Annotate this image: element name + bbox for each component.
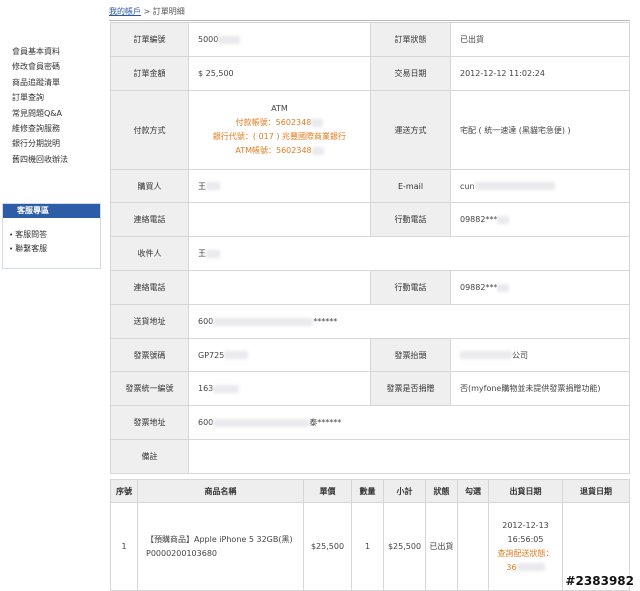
delivery-method-value: 宅配 ( 統一速達 (黑貓宅急便) )	[450, 90, 630, 170]
item-ship-date-cell: 2012-12-13 16:56:05 查詢配送狀態： 36	[488, 502, 563, 591]
phone-label: 連絡電話	[110, 202, 189, 237]
atm-account: ATM帳號：5602348	[190, 144, 370, 158]
item-quantity: 1	[351, 502, 384, 591]
customer-service-title: 客服專區	[3, 204, 100, 218]
receiver-phone-label: 連絡電話	[110, 270, 189, 305]
watermark: #2383982	[565, 574, 634, 588]
item-select	[457, 502, 489, 591]
receiver-value: 王	[188, 236, 630, 271]
invoice-donate-value: 否(myfone購物並未提供發票捐贈功能)	[450, 371, 630, 406]
item-index: 1	[110, 502, 138, 591]
invoice-no-label: 發票號碼	[110, 338, 189, 372]
item-code: P0000200103680	[146, 548, 217, 558]
order-no-value: 5000	[188, 22, 371, 57]
order-amount-value: $ 25,500	[188, 56, 371, 91]
invoice-title-label: 發票抬頭	[370, 338, 451, 372]
member-menu: 會員基本資料 修改會員密碼 商品追蹤清單 訂單查詢 常見問題Q&A 維修查詢服務…	[12, 44, 68, 167]
invoice-donate-label: 發票是否捐贈	[370, 371, 451, 406]
cs-link-qa[interactable]: 客服問答	[9, 228, 100, 242]
cs-link-contact[interactable]: 聯繫客服	[9, 242, 100, 256]
note-label: 備註	[110, 439, 189, 474]
col-header-ship-date: 出貨日期	[488, 479, 563, 503]
menu-item-faq[interactable]: 常見問題Q&A	[12, 106, 68, 121]
invoice-title-value: 公司	[450, 338, 630, 372]
breadcrumb-divider	[109, 20, 630, 21]
col-header-select: 勾選	[457, 479, 489, 503]
email-value: cun	[450, 169, 630, 203]
ship-query-number: 36	[489, 561, 562, 575]
col-header-index: 序號	[110, 479, 138, 503]
item-status: 已出貨	[425, 502, 458, 591]
tax-id-value: 163	[188, 371, 371, 406]
col-header-return-date: 退貨日期	[562, 479, 630, 503]
menu-item-order-query[interactable]: 訂單查詢	[12, 90, 68, 105]
table-row: 1 【預購商品】Apple iPhone 5 32GB(黑) P00002001…	[110, 502, 630, 591]
bank-code: 銀行代號：( 017 ) 兆豐國際商業銀行	[212, 132, 347, 141]
ship-address-value: 600 ******	[188, 304, 630, 339]
tax-id-label: 發票統一編號	[110, 371, 189, 406]
invoice-address-label: 發票地址	[110, 405, 189, 440]
receiver-mobile-label: 行動電話	[370, 270, 451, 305]
email-label: E-mail	[370, 169, 451, 203]
order-items-table: 序號 商品名稱 單價 數量 小計 狀態 勾選 出貨日期 退貨日期 1 【預購商品…	[110, 479, 630, 591]
payment-method-name: ATM	[271, 104, 288, 113]
payment-account: 付款帳號：5602348	[190, 116, 370, 130]
menu-item-tracking-list[interactable]: 商品追蹤清單	[12, 75, 68, 90]
mobile-label: 行動電話	[370, 202, 451, 237]
breadcrumb-separator: >	[143, 7, 151, 16]
receiver-phone-value	[188, 270, 371, 305]
phone-value	[188, 202, 371, 237]
order-detail-table: 訂單編號 5000 訂單狀態 已出貨 訂單金額 $ 25,500 交易日期 20…	[110, 22, 630, 474]
item-name[interactable]: 【預購商品】Apple iPhone 5 32GB(黑)	[146, 533, 303, 547]
col-header-quantity: 數量	[351, 479, 384, 503]
menu-item-member-info[interactable]: 會員基本資料	[12, 44, 68, 59]
col-header-product-name: 商品名稱	[137, 479, 304, 503]
col-header-unit-price: 單價	[303, 479, 352, 503]
col-header-subtotal: 小計	[383, 479, 426, 503]
ship-address-label: 送貨地址	[110, 304, 189, 339]
ship-date: 2012-12-13	[502, 520, 549, 530]
menu-item-repair-query[interactable]: 維修查詢服務	[12, 121, 68, 136]
ship-query-link[interactable]: 查詢配送狀態：	[489, 547, 562, 561]
breadcrumb-current: 訂單明細	[152, 7, 185, 16]
order-status-label: 訂單狀態	[370, 22, 451, 57]
order-no-label: 訂單編號	[110, 22, 189, 57]
order-amount-label: 訂單金額	[110, 56, 189, 91]
note-value	[188, 439, 630, 474]
receiver-mobile-value: 09882***	[450, 270, 630, 305]
ship-time: 16:56:05	[507, 534, 544, 544]
mobile-value: 09882***	[450, 202, 630, 237]
buyer-label: 購買人	[110, 169, 189, 203]
item-price: $25,500	[303, 502, 352, 591]
invoice-address-value: 600 泰******	[188, 405, 630, 440]
buyer-value: 王	[188, 169, 371, 203]
payment-method-label: 付款方式	[110, 90, 189, 170]
item-subtotal: $25,500	[383, 502, 426, 591]
payment-method-value: ATM 付款帳號：5602348 銀行代號：( 017 ) 兆豐國際商業銀行 A…	[188, 90, 371, 170]
col-header-status: 狀態	[425, 479, 458, 503]
invoice-no-value: GP725	[188, 338, 371, 372]
menu-item-change-password[interactable]: 修改會員密碼	[12, 59, 68, 74]
breadcrumb: 我的帳戶 > 訂單明細	[109, 6, 185, 17]
breadcrumb-link-my-account[interactable]: 我的帳戶	[109, 7, 141, 16]
customer-service-box: 客服專區 客服問答 聯繫客服	[2, 203, 101, 269]
order-status-value: 已出貨	[450, 22, 630, 57]
menu-item-installment[interactable]: 銀行分期說明	[12, 136, 68, 151]
receiver-label: 收件人	[110, 236, 189, 271]
menu-item-recycle[interactable]: 舊四機回收辦法	[12, 152, 68, 167]
transaction-date-label: 交易日期	[370, 56, 451, 91]
item-name-cell: 【預購商品】Apple iPhone 5 32GB(黑) P0000200103…	[137, 502, 304, 591]
transaction-date-value: 2012-12-12 11:02:24	[450, 56, 630, 91]
delivery-method-label: 運送方式	[370, 90, 451, 170]
sidebar: 會員基本資料 修改會員密碼 商品追蹤清單 訂單查詢 常見問題Q&A 維修查詢服務…	[0, 0, 102, 591]
